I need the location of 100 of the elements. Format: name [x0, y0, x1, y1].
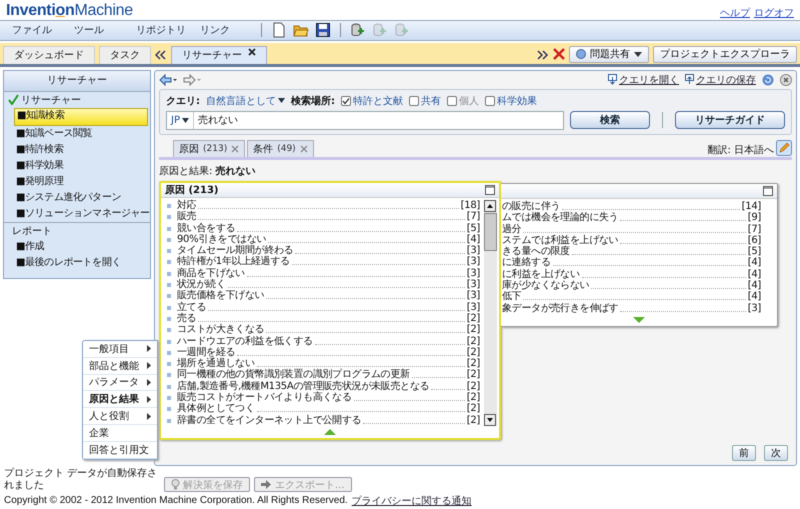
- sidebar-item[interactable]: ■最後のレポートを開く: [14, 254, 150, 271]
- back-arrow-icon[interactable]: [159, 74, 177, 86]
- sidebar-item[interactable]: ■科学効果: [14, 158, 150, 174]
- result-item[interactable]: タイムセール期間が終わる: [177, 245, 294, 256]
- close-icon[interactable]: [780, 74, 792, 86]
- result-item[interactable]: 庫が少なくならない: [502, 280, 590, 292]
- item-count: [2]: [466, 403, 480, 414]
- query-link[interactable]: クエリを開く: [619, 72, 679, 87]
- document-icon[interactable]: [271, 22, 287, 38]
- sidebar-item[interactable]: ■発明原理: [14, 174, 150, 190]
- sidebar-item[interactable]: ■ソリューションマネージャー: [14, 206, 150, 222]
- result-item[interactable]: に利益を上げない: [502, 268, 580, 280]
- sidebar-item[interactable]: ■システム進化パターン: [14, 190, 150, 206]
- scrollbar[interactable]: [484, 200, 497, 426]
- result-item[interactable]: 一週間を経る: [177, 346, 236, 358]
- expand-icon[interactable]: [537, 50, 549, 60]
- sidebar-item[interactable]: ■知識ベース閲覧: [14, 126, 150, 142]
- forward-arrow-icon[interactable]: [183, 74, 201, 86]
- result-item[interactable]: 競い合をする: [177, 222, 236, 234]
- result-item[interactable]: の販売に伴う: [502, 200, 560, 212]
- result-item[interactable]: 具体例としてつく: [177, 403, 255, 414]
- menu-item[interactable]: 回答と引用文: [83, 442, 157, 459]
- result-item[interactable]: 場所を通過しない: [177, 358, 255, 370]
- result-item[interactable]: コストが大きくなる: [177, 324, 264, 336]
- next-button[interactable]: 次: [764, 444, 788, 461]
- result-item[interactable]: 辞書の全てをインターネット上で公開する: [177, 414, 362, 426]
- result-item[interactable]: きる量への限度: [502, 246, 570, 258]
- share-button[interactable]: 問題共有: [569, 46, 649, 63]
- autosave-message: プロジェクト データが自動保存されました: [4, 468, 158, 492]
- close-icon[interactable]: [248, 48, 256, 56]
- checkbox[interactable]: [485, 96, 495, 106]
- result-tab[interactable]: 原因 (213): [173, 140, 246, 157]
- refresh-icon[interactable]: [762, 74, 774, 86]
- checkbox[interactable]: [341, 96, 351, 106]
- query-field[interactable]: JP 売れない: [166, 110, 564, 130]
- result-item[interactable]: 対応: [177, 200, 196, 211]
- item-count: [4]: [748, 291, 761, 302]
- tab[interactable]: タスク: [99, 46, 151, 64]
- floppy-icon[interactable]: [315, 22, 331, 38]
- menu-item[interactable]: 原因と結果: [83, 391, 157, 408]
- result-item[interactable]: 商品を下げない: [177, 268, 245, 279]
- language-dropdown[interactable]: JP: [167, 112, 194, 129]
- checkbox[interactable]: [409, 96, 419, 106]
- result-item[interactable]: ステムでは利益を上げない: [502, 234, 618, 246]
- menu-item[interactable]: パラメータ: [83, 374, 157, 392]
- result-item[interactable]: に連絡する: [502, 257, 551, 268]
- project-explorer-button[interactable]: プロジェクトエクスプローラ: [653, 46, 797, 63]
- pencil-icon[interactable]: [776, 140, 792, 156]
- previous-button[interactable]: 前: [732, 444, 756, 461]
- item-count: [2]: [466, 336, 480, 347]
- result-item[interactable]: 販売: [177, 211, 196, 222]
- result-item[interactable]: ハードウエアの利益を低くする: [177, 336, 313, 347]
- header-link[interactable]: ヘルプ: [720, 6, 750, 20]
- result-item[interactable]: 低下: [502, 291, 522, 302]
- result-item[interactable]: 90%引きをではない: [177, 234, 266, 245]
- query-mode-dropdown[interactable]: 自然言語として: [206, 94, 285, 108]
- scroll-thumb[interactable]: [484, 212, 497, 251]
- result-item[interactable]: 同一機種の他の貨幣識別装置の識別プログラムの更新: [177, 369, 410, 380]
- result-item[interactable]: 過分: [502, 224, 522, 235]
- tab[interactable]: リサーチャー: [171, 46, 267, 64]
- result-item[interactable]: 特許権が1年以上経過する: [177, 256, 290, 268]
- item-count: [2]: [466, 324, 480, 336]
- sidebar-heading[interactable]: レポート: [12, 224, 52, 238]
- menu-item[interactable]: リンク: [196, 23, 252, 38]
- header-link[interactable]: ログオフ: [754, 6, 794, 20]
- scroll-up-icon[interactable]: [484, 200, 496, 212]
- sidebar-heading[interactable]: リサーチャー: [21, 92, 81, 107]
- maximize-icon[interactable]: [485, 184, 495, 195]
- result-item[interactable]: 販売価格を下げない: [177, 290, 264, 302]
- database-icon[interactable]: [350, 22, 366, 38]
- result-tab[interactable]: 条件 (49): [247, 140, 314, 157]
- result-item[interactable]: 売る: [177, 312, 196, 324]
- sidebar-item[interactable]: ■特許検索: [14, 142, 150, 158]
- menu-item[interactable]: ツール: [70, 23, 126, 38]
- menu-item[interactable]: 人と役割: [83, 408, 157, 425]
- menu-item[interactable]: 一般項目: [83, 341, 157, 358]
- maximize-icon[interactable]: [763, 186, 773, 196]
- result-item[interactable]: 販売コストがオートバイよりも高くなる: [177, 392, 352, 404]
- query-link[interactable]: クエリの保存: [696, 72, 756, 87]
- menu-item[interactable]: リポジトリ: [132, 23, 190, 38]
- menu-item[interactable]: ファイル: [8, 23, 64, 38]
- result-item[interactable]: 状況が続く: [177, 279, 226, 290]
- sidebar-item[interactable]: ■知識検索: [14, 108, 148, 126]
- collapse-icon[interactable]: [155, 50, 167, 60]
- search-button[interactable]: 検索: [570, 111, 650, 130]
- result-item[interactable]: ムでは機会を理論的に失う: [502, 212, 618, 224]
- item-count: [2]: [466, 312, 480, 324]
- result-item[interactable]: 立てる: [177, 302, 206, 313]
- research-guide-button[interactable]: リサーチガイド: [675, 111, 785, 130]
- menu-item[interactable]: 企業: [83, 424, 157, 442]
- item-count: [2]: [466, 358, 480, 370]
- result-item[interactable]: 象データが売行きを伸ばす: [502, 302, 618, 314]
- result-item[interactable]: 店舗,製造番号,機種M135Aの管理販売状況が未販売となる: [177, 380, 430, 392]
- privacy-link[interactable]: プライバシーに関する通知: [352, 494, 472, 508]
- item-count: [14]: [742, 200, 761, 212]
- scroll-down-icon[interactable]: [484, 414, 496, 426]
- panel-title: 原因 (213): [165, 184, 218, 197]
- sidebar-item[interactable]: ■作成: [14, 238, 150, 255]
- tab[interactable]: ダッシュボード: [3, 46, 95, 64]
- menu-item[interactable]: 部品と機能: [83, 358, 157, 375]
